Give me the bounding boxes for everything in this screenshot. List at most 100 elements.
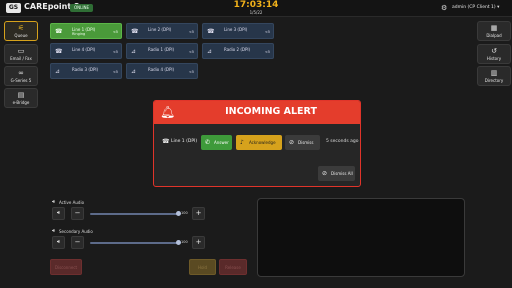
line-count: <5 (112, 50, 118, 54)
speaker-icon: 🔊︎ (56, 239, 61, 245)
secondary-volume-value: 100 (181, 240, 188, 244)
dismiss-label: Dismiss (298, 140, 314, 145)
line-label: Radio 2 (DPI) (224, 47, 251, 52)
line-count: <5 (112, 30, 118, 34)
secondary-volume-up-button[interactable]: + (192, 236, 205, 249)
plus-icon: + (195, 238, 202, 246)
video-panel (257, 198, 465, 277)
user-menu[interactable]: admin (CP Client 1) ▾ (452, 5, 499, 10)
history-icon: ↺ (491, 47, 497, 55)
secondary-audio-label: Secondary Audio (59, 229, 93, 234)
directory-label: Directory (484, 78, 504, 83)
line-tile-line-2[interactable]: ☎ Line 2 (DPI) <5 (126, 23, 198, 39)
list-icon: ⚟ (17, 24, 25, 32)
line-tile-radio-2[interactable]: ⊿ Radio 2 (DPI) <5 (202, 43, 274, 59)
incoming-alert-dialog: 🔔︎ INCOMING ALERT ☎ Line 1 (DPI) ✆ Answe… (153, 100, 361, 187)
history-button[interactable]: ↺ History (477, 44, 511, 64)
sidebar-item-e-bridge[interactable]: ▤ e-Bridge (4, 88, 38, 108)
bell-check-icon: ♪ (240, 139, 244, 146)
line-status: Ringing (72, 32, 86, 36)
secondary-volume-slider[interactable] (90, 242, 180, 244)
minus-icon: − (74, 238, 81, 246)
alert-line-name: Line 1 (DPI) (171, 139, 198, 144)
secondary-mute-button[interactable]: 🔊︎ (52, 236, 65, 249)
plus-icon: + (195, 209, 202, 217)
history-label: History (486, 56, 502, 61)
sidebar-item-queue[interactable]: ⚟ Queue (4, 21, 38, 41)
answer-label: Answer (214, 140, 229, 145)
alert-title: INCOMING ALERT (225, 106, 317, 117)
active-volume-handle[interactable] (175, 211, 181, 216)
card-icon: ▤ (17, 91, 25, 99)
sidebar-item-label: G-Series 5 (10, 78, 32, 83)
dialpad-button[interactable]: ▦ Dialpad (477, 21, 511, 41)
disconnect-button[interactable]: Disconnect (50, 259, 82, 275)
radio-icon: ⊿ (131, 48, 137, 55)
active-audio-label: Active Audio (59, 200, 85, 205)
line-tile-line-1[interactable]: ☎ Line 1 (DPI) Ringing <5 (50, 23, 122, 39)
phone-icon: ☎ (207, 28, 215, 35)
acknowledge-label: Acknowledge (249, 140, 276, 145)
speaker-icon: 🔊︎ (52, 199, 56, 205)
line-label: Line 3 (DPI) (224, 27, 248, 32)
bell-off-icon: ⊘ (289, 139, 295, 146)
active-volume-down-button[interactable]: − (71, 207, 84, 220)
line-label: Radio 4 (DPI) (148, 67, 175, 72)
acknowledge-button[interactable]: ♪ Acknowledge (236, 135, 282, 150)
line-count: <5 (264, 50, 270, 54)
sidebar-item-label: Queue (14, 33, 28, 38)
clock-date: 1/5/22 (249, 10, 263, 15)
line-count: <5 (264, 30, 270, 34)
dialpad-icon: ▦ (490, 24, 498, 32)
phone-icon: ☎ (162, 138, 170, 145)
line-count: <5 (188, 50, 194, 54)
clock-time: 17:03:14 (233, 0, 279, 10)
sidebar-item-label: Email / Fax (10, 56, 32, 61)
line-count: <5 (188, 30, 194, 34)
radio-icon: ⊿ (55, 68, 61, 75)
phone-icon: ☎ (55, 48, 63, 55)
active-mute-button[interactable]: 🔊︎ (52, 207, 65, 220)
mail-icon: ▭ (17, 47, 25, 55)
radio-icon: ⊿ (207, 48, 213, 55)
link-icon: ∞ (18, 69, 24, 77)
phone-icon: ☎ (55, 28, 63, 35)
app-logo: GS (6, 3, 21, 13)
line-tile-radio-1[interactable]: ⊿ Radio 1 (DPI) <5 (126, 43, 198, 59)
secondary-volume-down-button[interactable]: − (71, 236, 84, 249)
sidebar-item-label: e-Bridge (12, 100, 30, 105)
dialpad-label: Dialpad (486, 33, 502, 38)
line-tile-line-4[interactable]: ☎ Line 4 (DPI) <5 (50, 43, 122, 59)
active-volume-up-button[interactable]: + (192, 207, 205, 220)
phone-icon: ☎ (131, 28, 139, 35)
line-label: Radio 3 (DPI) (72, 67, 99, 72)
dismiss-button[interactable]: ⊘ Dismiss (285, 135, 320, 150)
release-button[interactable]: Release (219, 259, 247, 275)
answer-button[interactable]: ✆ Answer (201, 135, 232, 150)
secondary-volume-handle[interactable] (175, 240, 181, 245)
line-tile-radio-3[interactable]: ⊿ Radio 3 (DPI) <5 (50, 63, 122, 79)
directory-button[interactable]: ▥ Directory (477, 66, 511, 86)
line-tile-radio-4[interactable]: ⊿ Radio 4 (DPI) <5 (126, 63, 198, 79)
dismiss-all-button[interactable]: ⊘ Dismiss All (318, 166, 355, 181)
sidebar-item-g-series[interactable]: ∞ G-Series 5 (4, 66, 38, 86)
line-label: Line 2 (DPI) (148, 27, 172, 32)
alert-elapsed-time: 5 seconds ago (326, 139, 359, 144)
directory-icon: ▥ (490, 69, 498, 77)
speaker-icon: 🔊︎ (52, 228, 56, 234)
user-name: admin (CP Client 1) (452, 5, 496, 10)
bell-off-icon: ⊘ (322, 170, 328, 177)
active-volume-slider[interactable] (90, 213, 180, 215)
speaker-icon: 🔊︎ (56, 210, 61, 216)
chevron-down-icon: ▾ (497, 5, 500, 10)
line-tile-line-3[interactable]: ☎ Line 3 (DPI) <5 (202, 23, 274, 39)
radio-icon: ⊿ (131, 68, 137, 75)
gear-icon[interactable]: ⚙ (441, 4, 449, 12)
sidebar-item-email-fax[interactable]: ▭ Email / Fax (4, 44, 38, 64)
line-label: Line 4 (DPI) (72, 47, 96, 52)
dismiss-all-label: Dismiss All (331, 171, 353, 176)
line-count: <5 (112, 70, 118, 74)
minus-icon: − (74, 209, 81, 217)
line-count: <5 (188, 70, 194, 74)
hold-button[interactable]: Hold (189, 259, 216, 275)
